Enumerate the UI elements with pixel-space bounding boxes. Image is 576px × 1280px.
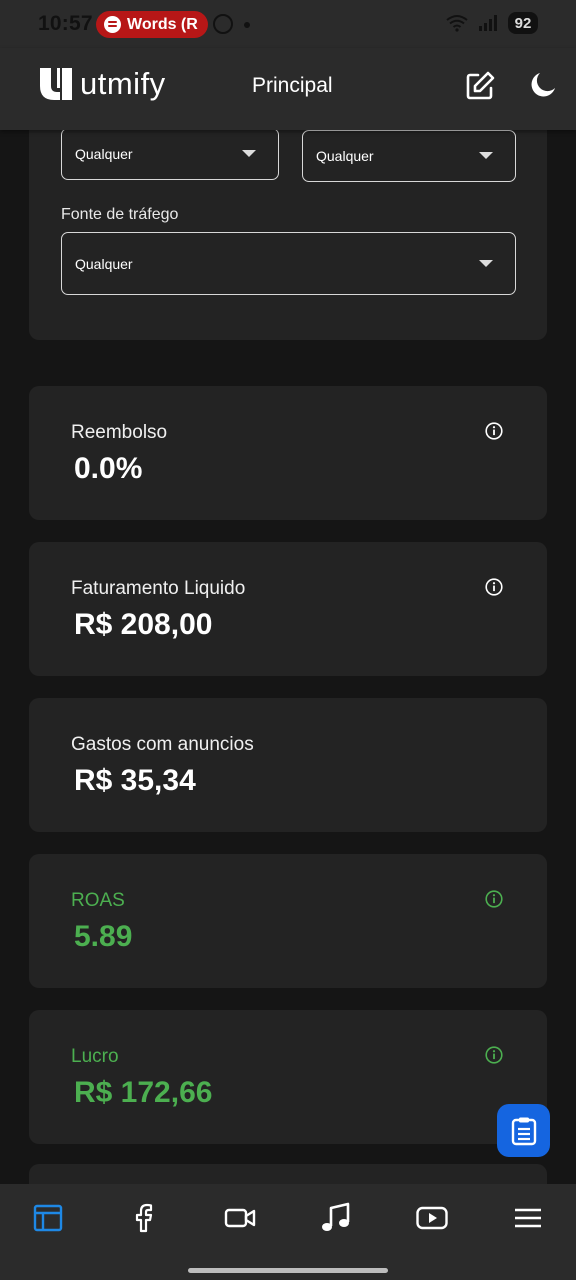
info-icon[interactable] [485,578,503,596]
filter-select-2-value: Qualquer [316,148,374,164]
caret-down-icon [479,152,493,159]
signal-icon [479,15,497,31]
wifi-icon [446,15,468,32]
dashboard-icon[interactable] [32,1202,64,1234]
caret-down-icon [479,260,493,267]
status-right: 92 [446,12,538,34]
battery-indicator: 92 [508,12,538,34]
app-header: utmify Principal [0,48,576,130]
filter-select-1[interactable]: Qualquer [61,128,279,180]
home-indicator[interactable] [188,1268,388,1273]
notification-dot-icon [244,22,250,28]
metric-value: 5.89 [74,920,133,953]
filter-select-1-value: Qualquer [75,146,133,162]
metric-card-faturamento: Faturamento Liquido R$ 208,00 [29,542,547,676]
media-pill-text: Words (R [127,15,198,33]
media-pill[interactable]: Words (R [96,11,208,38]
metric-label: Lucro [71,1046,119,1067]
metric-label: Faturamento Liquido [71,578,246,599]
metric-card-roas: ROAS 5.89 [29,854,547,988]
info-icon[interactable] [485,1046,503,1064]
utmify-logo-icon [40,68,72,100]
page-title: Principal [252,74,333,97]
spotify-icon [104,16,121,33]
filter-select-2[interactable]: Qualquer [302,130,516,182]
metric-card-reembolso: Reembolso 0.0% [29,386,547,520]
metric-value: R$ 35,34 [74,764,196,797]
utmify-logo[interactable]: utmify [38,66,166,102]
traffic-source-label: Fonte de tráfego [61,206,179,223]
edit-icon[interactable] [464,70,496,102]
metric-value: R$ 172,66 [74,1076,213,1109]
metric-card-gastos: Gastos com anuncios R$ 35,34 [29,698,547,832]
status-bar: 10:57 Words (R 92 [0,0,576,48]
caret-down-icon [242,150,256,157]
traffic-source-select[interactable]: Qualquer [61,232,516,295]
music-icon[interactable] [320,1202,352,1234]
info-icon[interactable] [485,422,503,440]
logo-text: utmify [80,66,166,101]
clipboard-icon [511,1117,536,1145]
metric-value: 0.0% [74,452,143,485]
clipboard-button[interactable] [497,1104,550,1157]
metric-label: Gastos com anuncios [71,734,254,755]
metric-label: ROAS [71,890,125,911]
metric-card-lucro: Lucro R$ 172,66 [29,1010,547,1144]
video-icon[interactable] [224,1202,256,1234]
info-icon[interactable] [485,890,503,908]
traffic-source-value: Qualquer [75,255,133,272]
status-time: 10:57 [38,12,93,35]
youtube-icon[interactable] [416,1202,448,1234]
metric-value: R$ 208,00 [74,608,213,641]
metric-label: Reembolso [71,422,168,443]
moon-icon[interactable] [528,70,558,100]
facebook-icon[interactable] [128,1202,160,1234]
menu-icon[interactable] [512,1202,544,1234]
bottom-nav [0,1184,576,1280]
whatsapp-icon [213,14,233,34]
